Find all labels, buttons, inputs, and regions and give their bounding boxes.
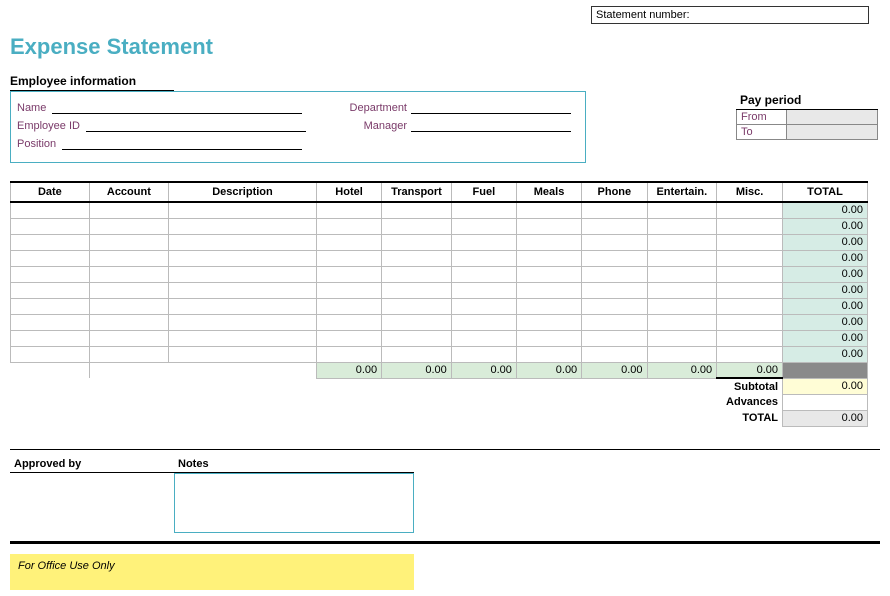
manager-field[interactable]: Manager (327, 118, 577, 132)
pay-period-box: Pay period From To (736, 91, 878, 140)
table-row[interactable]: 0.00 (11, 250, 868, 266)
total-row: TOTAL 0.00 (11, 410, 868, 426)
notes-box[interactable] (174, 473, 414, 533)
name-field[interactable]: Name (17, 100, 327, 114)
expense-table: Date Account Description Hotel Transport… (10, 181, 868, 427)
column-totals-row: 0.00 0.00 0.00 0.00 0.00 0.00 0.00 (11, 362, 868, 378)
col-desc: Description (169, 182, 317, 202)
table-row[interactable]: 0.00 (11, 330, 868, 346)
office-use-only: For Office Use Only (10, 554, 414, 590)
col-hotel: Hotel (316, 182, 381, 202)
pay-from-row[interactable]: From (736, 110, 878, 125)
advances-row[interactable]: Advances (11, 394, 868, 410)
subtotal-row: Subtotal 0.00 (11, 378, 868, 394)
col-account: Account (89, 182, 168, 202)
table-row[interactable]: 0.00 (11, 314, 868, 330)
approved-by-header: Approved by (10, 456, 174, 473)
col-total: TOTAL (783, 182, 868, 202)
table-row[interactable]: 0.00 (11, 282, 868, 298)
employee-id-field[interactable]: Employee ID (17, 118, 327, 132)
employee-info-box: Name Department Employee ID Manager Posi… (10, 91, 586, 163)
table-row[interactable]: 0.00 (11, 234, 868, 250)
col-meals: Meals (516, 182, 581, 202)
col-misc: Misc. (717, 182, 783, 202)
notes-header: Notes (174, 456, 414, 473)
approved-by-box[interactable] (10, 473, 174, 533)
col-date: Date (11, 182, 90, 202)
table-row[interactable]: 0.00 (11, 298, 868, 314)
statement-number-box[interactable]: Statement number: (591, 6, 869, 24)
statement-number-label: Statement number: (596, 9, 690, 21)
col-phone: Phone (582, 182, 647, 202)
department-field[interactable]: Department (327, 100, 577, 114)
table-row[interactable]: 0.00 (11, 346, 868, 362)
table-row[interactable]: 0.00 (11, 218, 868, 234)
table-row[interactable]: 0.00 (11, 266, 868, 282)
col-fuel: Fuel (451, 182, 516, 202)
table-row[interactable]: 0.00 (11, 202, 868, 218)
employee-info-header: Employee information (10, 72, 174, 91)
pay-period-header: Pay period (736, 91, 878, 110)
approval-section: Approved by Notes (10, 456, 880, 533)
col-entertain: Entertain. (647, 182, 717, 202)
page-title: Expense Statement (10, 34, 880, 60)
pay-to-row[interactable]: To (736, 125, 878, 140)
position-field[interactable]: Position (17, 136, 327, 150)
col-transport: Transport (382, 182, 452, 202)
